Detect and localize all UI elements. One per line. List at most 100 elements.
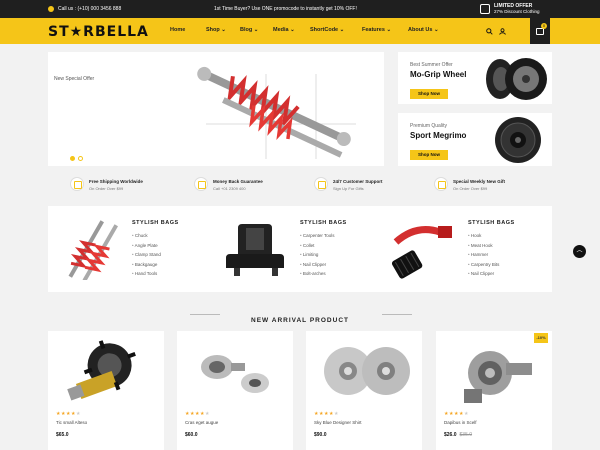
- category-link[interactable]: Backgauge: [132, 262, 161, 272]
- side-banner-wheel[interactable]: Best Summer Offer Mo-Grip Wheel Shop Now: [398, 52, 552, 104]
- product-price: $65.0: [56, 432, 69, 438]
- product-image[interactable]: [314, 337, 414, 409]
- category-link[interactable]: Nail Clipper: [468, 271, 499, 281]
- feature-item: Special Weekly New Gift On Order Over $99: [434, 175, 505, 191]
- product-name[interactable]: Dapibus in Scelf: [444, 420, 477, 425]
- air-intake-thumb[interactable]: [388, 220, 460, 282]
- rating-stars: ★★★★★: [185, 411, 210, 417]
- banner-small-text: Best Summer Offer: [410, 62, 453, 68]
- feature-sub: Sign Up For Gifts: [333, 186, 364, 191]
- product-name[interactable]: Tic small Alteso: [56, 420, 87, 425]
- banner-title: Mo-Grip Wheel: [410, 70, 467, 79]
- product-price: $26.0 $35.0: [444, 432, 472, 438]
- product-price: $60.0: [185, 432, 198, 438]
- car-seat-thumb[interactable]: [220, 220, 292, 282]
- category-link[interactable]: Carpentry Bits: [468, 262, 500, 272]
- category-link[interactable]: Hand Tools: [132, 271, 161, 281]
- nav-shop[interactable]: Shop ⌄: [206, 27, 240, 33]
- site-logo[interactable]: ST★RBELLA: [48, 24, 149, 40]
- slider-dots: [70, 156, 83, 161]
- speaker-image: [495, 117, 541, 163]
- price-value: $65.0: [56, 432, 69, 438]
- price-value: $60.0: [185, 432, 198, 438]
- category-list: Chuck Angle Plate Clamp Stand Backgauge …: [132, 233, 161, 281]
- feature-item: Free Shipping Worldwide On Order Over $99: [70, 175, 143, 191]
- feature-item: Money Back Guarantee Call +01 2309 400: [194, 175, 263, 191]
- cart-count: 0: [541, 23, 547, 29]
- category-link[interactable]: Meat Hook: [468, 243, 499, 253]
- rating-stars: ★★★★★: [444, 411, 469, 417]
- product-image[interactable]: [56, 337, 156, 409]
- main-header: ST★RBELLA Home Shop ⌄ Blog ⌄ Media ⌄ Sho…: [0, 18, 600, 44]
- cart-button[interactable]: 0: [530, 18, 550, 44]
- product-card[interactable]: ★★★★★ Sky Blue Designer Shirt $90.0: [306, 331, 422, 450]
- call-info: Call us : (+10) 000 3456 888: [48, 6, 121, 12]
- product-image[interactable]: [185, 337, 285, 409]
- hero-slider[interactable]: New Special Offer: [48, 52, 384, 166]
- product-price: $90.0: [314, 432, 327, 438]
- chevron-up-icon: ︿: [576, 248, 583, 254]
- nav-shortcode[interactable]: ShortCode ⌄: [310, 27, 362, 33]
- category-link[interactable]: Chuck: [132, 233, 161, 243]
- slider-dot[interactable]: [78, 156, 83, 161]
- category-band: STYLISH BAGS Chuck Angle Plate Clamp Sta…: [48, 206, 552, 292]
- category-link[interactable]: Clamp Stand: [132, 252, 161, 262]
- product-card[interactable]: ★★★★★ Tic small Alteso $65.0: [48, 331, 164, 450]
- category-title: STYLISH BAGS: [468, 220, 515, 226]
- category-title: STYLISH BAGS: [300, 220, 347, 226]
- product-card[interactable]: ★★★★★ Cras eget augue $60.0: [177, 331, 293, 450]
- limited-offer[interactable]: LIMITED OFFER 27% Discount Clothing: [480, 3, 540, 14]
- product-name[interactable]: Sky Blue Designer Shirt: [314, 420, 362, 425]
- nav-about[interactable]: About Us ⌄: [408, 27, 448, 33]
- shop-now-button[interactable]: Shop Now: [410, 89, 448, 99]
- promo-text: 1st Time Buyer? Use ONE promocode to ins…: [214, 6, 357, 12]
- category-block: STYLISH BAGS Hook Meat Hook Hammer Carpe…: [384, 206, 552, 292]
- category-link[interactable]: Carpenter Tools: [300, 233, 335, 243]
- search-icon[interactable]: [486, 28, 493, 35]
- feature-title: Free Shipping Worldwide: [89, 179, 143, 184]
- feature-title: Money Back Guarantee: [213, 179, 263, 184]
- category-link[interactable]: Collet: [300, 243, 335, 253]
- rating-stars: ★★★★★: [314, 411, 339, 417]
- price-value: $90.0: [314, 432, 327, 438]
- category-link[interactable]: Nail Clipper: [300, 262, 335, 272]
- feature-sub: On Order Over $99: [453, 186, 488, 191]
- feature-sub: Call +01 2309 400: [213, 186, 246, 191]
- side-banner-speaker[interactable]: Premium Quality Sport Megrimo Shop Now: [398, 113, 552, 166]
- banner-title: Sport Megrimo: [410, 131, 467, 140]
- top-bar: Call us : (+10) 000 3456 888 1st Time Bu…: [0, 0, 600, 18]
- category-link[interactable]: Bolt-arches: [300, 271, 335, 281]
- phone-icon: [48, 6, 54, 12]
- heading-divider: [190, 314, 220, 315]
- main-nav: Home Shop ⌄ Blog ⌄ Media ⌄ ShortCode ⌄ F…: [170, 27, 448, 33]
- old-price: $35.0: [459, 432, 473, 438]
- truck-icon: [314, 177, 328, 191]
- category-list: Hook Meat Hook Hammer Carpentry Bits Nai…: [468, 233, 500, 281]
- category-block: STYLISH BAGS Carpenter Tools Collet Limi…: [216, 206, 384, 292]
- nav-media[interactable]: Media ⌄: [273, 27, 310, 33]
- scroll-to-top-button[interactable]: ︿: [573, 245, 586, 258]
- category-block: STYLISH BAGS Chuck Angle Plate Clamp Sta…: [48, 206, 216, 292]
- banner-small-text: Premium Quality: [410, 123, 447, 129]
- category-link[interactable]: Limiting: [300, 252, 335, 262]
- shop-now-button[interactable]: Shop Now: [410, 150, 448, 160]
- product-name[interactable]: Cras eget augue: [185, 420, 218, 425]
- rating-stars: ★★★★★: [56, 411, 81, 417]
- header-icons: [486, 28, 506, 35]
- slider-dot-active[interactable]: [70, 156, 75, 161]
- tire-image: [486, 58, 547, 100]
- call-text: Call us : (+10) 000 3456 888: [58, 6, 122, 12]
- user-icon[interactable]: [499, 28, 506, 35]
- category-link[interactable]: Hammer: [468, 252, 499, 262]
- nav-features[interactable]: Features ⌄: [362, 27, 408, 33]
- category-list: Carpenter Tools Collet Limiting Nail Cli…: [300, 233, 335, 281]
- category-link[interactable]: Angle Plate: [132, 243, 161, 253]
- nav-home[interactable]: Home: [170, 27, 206, 33]
- nav-blog[interactable]: Blog ⌄: [240, 27, 273, 33]
- category-title: STYLISH BAGS: [132, 220, 179, 226]
- product-image[interactable]: [444, 337, 544, 409]
- category-link[interactable]: Hook: [468, 233, 499, 243]
- product-card[interactable]: -10% ★★★★★ Dapibus in Scelf $26.0 $35.0: [436, 331, 552, 450]
- shock-absorber-image: [197, 66, 356, 159]
- shock-absorber-thumb[interactable]: [52, 220, 124, 280]
